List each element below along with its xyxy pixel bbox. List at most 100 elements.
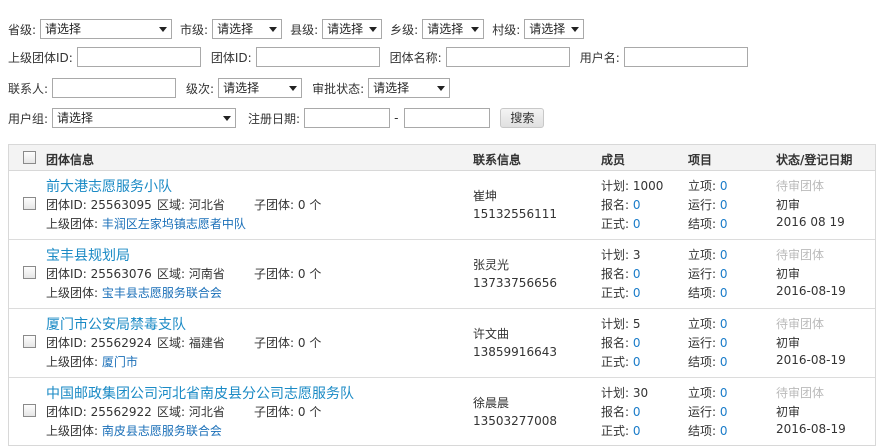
contact-name: 张灵光 bbox=[473, 258, 510, 272]
village-label: 村级: bbox=[492, 22, 521, 37]
status-pending: 待审团体 bbox=[776, 248, 825, 262]
contact-name: 崔坤 bbox=[473, 189, 498, 203]
username-input[interactable] bbox=[623, 47, 748, 67]
parent-group-link[interactable]: 南皮县志愿服务联合会 bbox=[102, 424, 222, 438]
group-region: 区域: 河北省 bbox=[157, 405, 225, 419]
header-projects: 项目 bbox=[688, 153, 713, 167]
town-select[interactable]: 请选择 bbox=[422, 19, 485, 39]
village-select[interactable]: 请选择 bbox=[524, 19, 585, 39]
registration-date: 2016-08-19 bbox=[776, 284, 846, 298]
city-label: 市级: bbox=[180, 22, 209, 37]
filter-row-usergroup: 用户组: 请选择 注册日期: - 搜索 bbox=[8, 107, 545, 129]
member-plan: 计划: 3 bbox=[601, 248, 641, 262]
parent-group: 上级团体: 宝丰县志愿服务联合会 bbox=[46, 286, 222, 300]
contact-phone: 15132556111 bbox=[473, 207, 557, 221]
header-contact-info: 联系信息 bbox=[473, 153, 522, 167]
table-header: 团体信息 联系信息 成员 项目 状态/登记日期 bbox=[9, 145, 875, 171]
parent-group: 上级团体: 厦门市 bbox=[46, 355, 138, 369]
city-select[interactable]: 请选择 bbox=[212, 19, 283, 39]
group-region: 区域: 河南省 bbox=[157, 267, 225, 281]
reg-date-start-input[interactable] bbox=[304, 108, 391, 128]
filter-row-region: 省级: 请选择 市级: 请选择 县级: 请选择 乡级: 请选择 村级: 请选择 bbox=[8, 18, 585, 40]
level-label: 级次: bbox=[186, 81, 215, 96]
approval-status-select[interactable]: 请选择 bbox=[368, 78, 451, 98]
level-select[interactable]: 请选择 bbox=[218, 78, 303, 98]
member-signup: 报名: 0 bbox=[601, 198, 641, 212]
table-row: 前大港志愿服务小队 团体ID: 25563095 区域: 河北省 子团体: 0 … bbox=[9, 171, 875, 240]
member-plan: 计划: 1000 bbox=[601, 179, 664, 193]
chevron-down-icon bbox=[571, 27, 580, 32]
group-id: 团体ID: 25563095 bbox=[46, 198, 152, 212]
group-name-link[interactable]: 前大港志愿服务小队 bbox=[46, 176, 172, 196]
chevron-down-icon bbox=[159, 27, 168, 32]
user-group-select[interactable]: 请选择 bbox=[52, 108, 237, 128]
project-running: 运行: 0 bbox=[688, 405, 728, 419]
chevron-down-icon bbox=[369, 27, 378, 32]
header-status: 状态/登记日期 bbox=[776, 153, 853, 167]
member-signup: 报名: 0 bbox=[601, 267, 641, 281]
user-group-label: 用户组: bbox=[8, 111, 49, 126]
group-name-link[interactable]: 中国邮政集团公司河北省南皮县分公司志愿服务队 bbox=[46, 383, 354, 403]
project-approved: 立项: 0 bbox=[688, 386, 728, 400]
sub-group-count: 子团体: 0 个 bbox=[254, 336, 322, 350]
registration-date: 2016 08 19 bbox=[776, 215, 845, 229]
filter-row-contact: 联系人: 级次: 请选择 审批状态: 请选择 bbox=[8, 77, 451, 99]
registration-date: 2016-08-19 bbox=[776, 422, 846, 436]
row-checkbox[interactable] bbox=[23, 266, 36, 279]
status-value: 初审 bbox=[776, 405, 801, 419]
town-label: 乡级: bbox=[390, 22, 419, 37]
row-checkbox[interactable] bbox=[23, 404, 36, 417]
status-pending: 待审团体 bbox=[776, 386, 825, 400]
province-label: 省级: bbox=[8, 22, 37, 37]
contact-name: 许文曲 bbox=[473, 327, 510, 341]
filter-panel: 省级: 请选择 市级: 请选择 县级: 请选择 乡级: 请选择 村级: 请选择 … bbox=[0, 0, 882, 140]
project-running: 运行: 0 bbox=[688, 336, 728, 350]
project-closed: 结项: 0 bbox=[688, 286, 728, 300]
status-pending: 待审团体 bbox=[776, 317, 825, 331]
reg-date-end-input[interactable] bbox=[404, 108, 491, 128]
date-separator: - bbox=[394, 111, 399, 125]
group-name-link[interactable]: 宝丰县规划局 bbox=[46, 245, 130, 265]
project-approved: 立项: 0 bbox=[688, 248, 728, 262]
member-signup: 报名: 0 bbox=[601, 336, 641, 350]
select-all-checkbox[interactable] bbox=[23, 151, 36, 164]
parent-group-link[interactable]: 厦门市 bbox=[102, 355, 138, 369]
county-select[interactable]: 请选择 bbox=[322, 19, 383, 39]
header-members: 成员 bbox=[601, 153, 626, 167]
group-id: 团体ID: 25562922 bbox=[46, 405, 152, 419]
parent-group-id-label: 上级团体ID: bbox=[8, 50, 73, 65]
group-name-input[interactable] bbox=[445, 47, 570, 67]
chevron-down-icon bbox=[437, 86, 446, 91]
registration-date: 2016-08-19 bbox=[776, 353, 846, 367]
group-name-label: 团体名称: bbox=[389, 50, 442, 65]
chevron-down-icon bbox=[223, 116, 232, 121]
contact-input[interactable] bbox=[52, 78, 177, 98]
approval-status-label: 审批状态: bbox=[312, 81, 365, 96]
parent-group-id-input[interactable] bbox=[76, 47, 201, 67]
chevron-down-icon bbox=[289, 86, 298, 91]
sub-group-count: 子团体: 0 个 bbox=[254, 405, 322, 419]
group-name-link[interactable]: 厦门市公安局禁毒支队 bbox=[46, 314, 186, 334]
group-id-input[interactable] bbox=[255, 47, 380, 67]
parent-group-link[interactable]: 丰润区左家坞镇志愿者中队 bbox=[102, 217, 246, 231]
group-id: 团体ID: 25563076 bbox=[46, 267, 152, 281]
contact-label: 联系人: bbox=[8, 81, 49, 96]
parent-group-link[interactable]: 宝丰县志愿服务联合会 bbox=[102, 286, 222, 300]
username-label: 用户名: bbox=[579, 50, 620, 65]
province-select[interactable]: 请选择 bbox=[40, 19, 173, 39]
member-formal: 正式: 0 bbox=[601, 217, 641, 231]
member-formal: 正式: 0 bbox=[601, 286, 641, 300]
search-button[interactable]: 搜索 bbox=[500, 108, 545, 128]
sub-group-count: 子团体: 0 个 bbox=[254, 198, 322, 212]
row-checkbox[interactable] bbox=[23, 197, 36, 210]
group-id: 团体ID: 25562924 bbox=[46, 336, 152, 350]
group-table: 团体信息 联系信息 成员 项目 状态/登记日期 前大港志愿服务小队 团体ID: … bbox=[8, 144, 876, 446]
member-signup: 报名: 0 bbox=[601, 405, 641, 419]
table-row: 中国邮政集团公司河北省南皮县分公司志愿服务队 团体ID: 25562922 区域… bbox=[9, 378, 875, 445]
contact-name: 徐晨晨 bbox=[473, 396, 510, 410]
parent-group: 上级团体: 丰润区左家坞镇志愿者中队 bbox=[46, 217, 246, 231]
project-closed: 结项: 0 bbox=[688, 217, 728, 231]
row-checkbox[interactable] bbox=[23, 335, 36, 348]
project-approved: 立项: 0 bbox=[688, 317, 728, 331]
group-region: 区域: 河北省 bbox=[157, 198, 225, 212]
